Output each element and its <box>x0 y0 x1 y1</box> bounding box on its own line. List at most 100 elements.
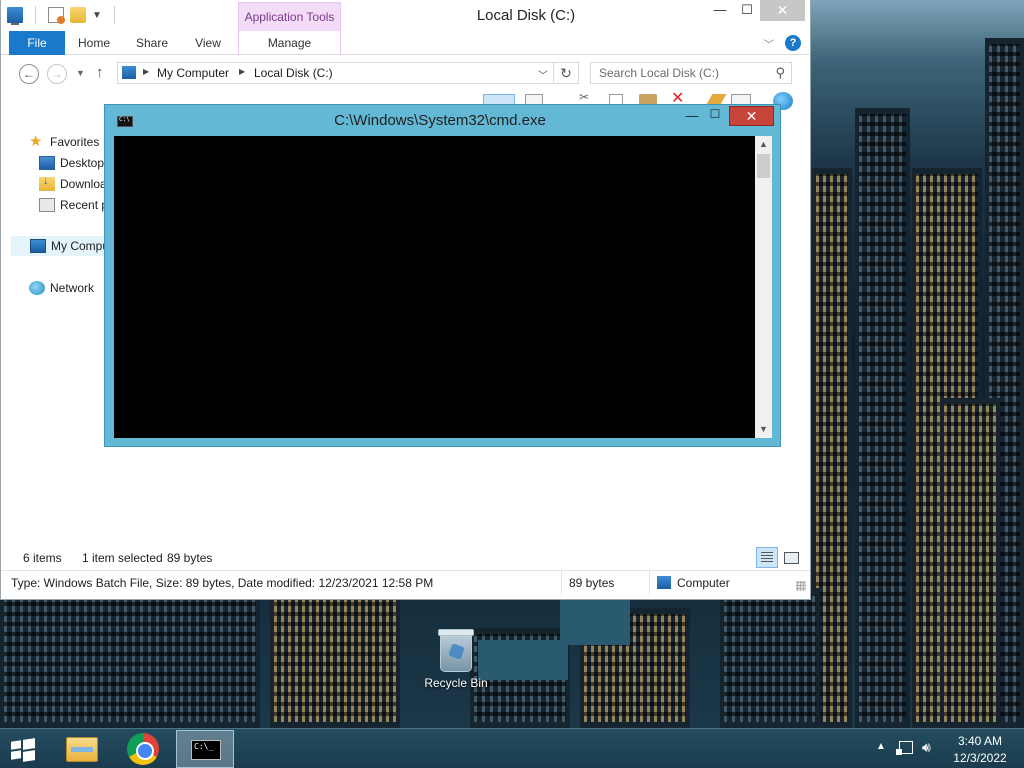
computer-icon <box>657 576 671 589</box>
nav-item-network[interactable]: Network <box>29 279 94 297</box>
large-icons-view-button[interactable] <box>781 547 801 568</box>
folder-icon <box>66 737 98 762</box>
file-details-text: Type: Windows Batch File, Size: 89 bytes… <box>11 576 434 590</box>
search-box[interactable]: ⚲ <box>590 62 792 84</box>
details-bar: Type: Windows Batch File, Size: 89 bytes… <box>1 570 810 595</box>
breadcrumb-my-computer[interactable]: My Computer <box>157 66 229 80</box>
up-button[interactable]: ↑ <box>96 64 104 81</box>
navigation-pane: ★ Favorites Desktop Downloads Recent pla… <box>1 120 136 550</box>
nav-item-label: My Computer <box>51 239 105 253</box>
search-input[interactable] <box>591 63 761 83</box>
new-folder-icon[interactable] <box>70 7 86 23</box>
cut-icon[interactable]: ✂ <box>579 90 593 104</box>
desktop-icon <box>39 156 55 170</box>
computer-icon <box>30 239 46 253</box>
wallpaper-rooftop <box>478 640 568 680</box>
recycle-bin-icon <box>438 629 474 672</box>
taskbar: ▲ 🔊︎ 3:40 AM 12/3/2022 <box>0 728 1024 768</box>
recycle-bin-shortcut[interactable]: Recycle Bin <box>422 629 490 690</box>
cmd-icon[interactable] <box>117 116 133 127</box>
divider <box>649 571 650 595</box>
tab-manage[interactable]: Manage <box>238 31 341 55</box>
nav-item-desktop[interactable]: Desktop <box>39 154 104 172</box>
network-icon[interactable] <box>896 741 913 755</box>
maximize-button[interactable]: ☐ <box>734 0 760 21</box>
tab-file[interactable]: File <box>9 31 65 55</box>
scroll-thumb[interactable] <box>757 154 770 178</box>
close-button[interactable]: ✕ <box>760 0 805 21</box>
breadcrumb-separator[interactable]: ▶ <box>143 67 149 76</box>
details-view-button[interactable] <box>756 547 778 568</box>
show-hidden-icons-icon[interactable]: ▲ <box>876 741 886 752</box>
start-button[interactable] <box>8 737 38 763</box>
chrome-icon <box>127 733 159 765</box>
status-selection: 1 item selected <box>82 551 163 565</box>
recent-places-icon <box>39 198 55 212</box>
wallpaper-building <box>855 108 910 728</box>
taskbar-chrome[interactable] <box>114 730 172 768</box>
expand-ribbon-icon[interactable]: ﹀ <box>764 36 774 51</box>
cmd-scrollbar[interactable]: ▲ ▼ <box>755 136 772 438</box>
cmd-close-button[interactable]: ✕ <box>729 106 774 126</box>
wallpaper-building <box>270 588 400 728</box>
nav-item-favorites[interactable]: ★ Favorites <box>29 133 99 151</box>
taskbar-file-explorer[interactable] <box>53 730 111 768</box>
downloads-icon <box>39 175 55 191</box>
clock-date[interactable]: 12/3/2022 <box>952 751 1008 765</box>
refresh-button[interactable]: ↻ <box>554 62 579 84</box>
nav-item-label: Network <box>50 281 95 295</box>
star-icon: ★ <box>29 133 43 150</box>
computer-icon <box>122 66 136 79</box>
customize-toolbar-icon[interactable]: ▼ <box>92 10 102 21</box>
help-icon[interactable]: ? <box>785 35 801 51</box>
computer-icon[interactable] <box>7 7 23 25</box>
cmd-window: C:\Windows\System32\cmd.exe — ☐ ✕ ▲ ▼ <box>104 104 781 447</box>
cmd-maximize-button[interactable]: ☐ <box>704 107 726 121</box>
clock-time[interactable]: 3:40 AM <box>952 734 1008 748</box>
back-button[interactable]: ← <box>19 64 39 84</box>
toolbar-separator <box>35 6 36 24</box>
window-title: Local Disk (C:) <box>476 7 576 24</box>
tab-home[interactable]: Home <box>69 31 119 55</box>
breadcrumb-separator[interactable]: ▶ <box>239 67 245 76</box>
nav-item-label: Favorites <box>50 135 100 149</box>
ribbon-tabs: File Home Share View Manage ﹀ ? <box>1 31 810 55</box>
divider <box>561 571 562 595</box>
address-dropdown-icon[interactable]: ﹀ <box>538 67 548 82</box>
forward-button[interactable]: → <box>47 64 67 84</box>
scroll-down-icon[interactable]: ▼ <box>755 421 772 438</box>
search-icon[interactable]: ⚲ <box>775 65 785 81</box>
location-text: Computer <box>677 576 730 590</box>
status-bar: 6 items 1 item selected 89 bytes <box>1 547 810 569</box>
status-item-count: 6 items <box>23 551 62 565</box>
cmd-window-title: C:\Windows\System32\cmd.exe <box>334 112 546 129</box>
recycle-bin-label: Recycle Bin <box>424 676 488 690</box>
address-row: ← → ▼ ↑ ▶ My Computer ▶ Local Disk (C:) … <box>1 56 810 92</box>
file-size-text: 89 bytes <box>569 576 615 590</box>
nav-item-my-computer[interactable]: My Computer <box>11 236 106 256</box>
minimize-button[interactable]: — <box>707 0 733 21</box>
wallpaper-rooftop <box>560 600 630 645</box>
breadcrumb-local-disk[interactable]: Local Disk (C:) <box>254 66 333 80</box>
wallpaper-building <box>940 398 1000 728</box>
explorer-titlebar[interactable]: ▼ Application Tools Local Disk (C:) — ☐ … <box>1 0 810 31</box>
tab-share[interactable]: Share <box>125 31 179 55</box>
nav-item-label: Desktop <box>60 156 105 170</box>
cmd-icon <box>191 740 221 760</box>
tab-view[interactable]: View <box>185 31 231 55</box>
properties-icon[interactable] <box>48 7 65 24</box>
delete-icon[interactable]: ✕ <box>671 88 689 107</box>
address-bar[interactable]: ▶ My Computer ▶ Local Disk (C:) ﹀ <box>117 62 554 84</box>
toolbar-separator <box>113 6 115 24</box>
taskbar-cmd[interactable] <box>176 730 234 768</box>
cmd-console-area[interactable] <box>114 136 755 438</box>
quick-access-toolbar: ▼ <box>7 6 121 25</box>
network-icon <box>29 281 45 295</box>
cmd-minimize-button[interactable]: — <box>681 108 703 123</box>
wallpaper-building <box>720 588 820 728</box>
resize-grip[interactable] <box>796 581 806 591</box>
volume-icon[interactable]: 🔊︎ <box>922 739 931 756</box>
scroll-up-icon[interactable]: ▲ <box>755 136 772 153</box>
recent-locations-icon[interactable]: ▼ <box>76 68 85 78</box>
wallpaper-building <box>0 578 260 728</box>
